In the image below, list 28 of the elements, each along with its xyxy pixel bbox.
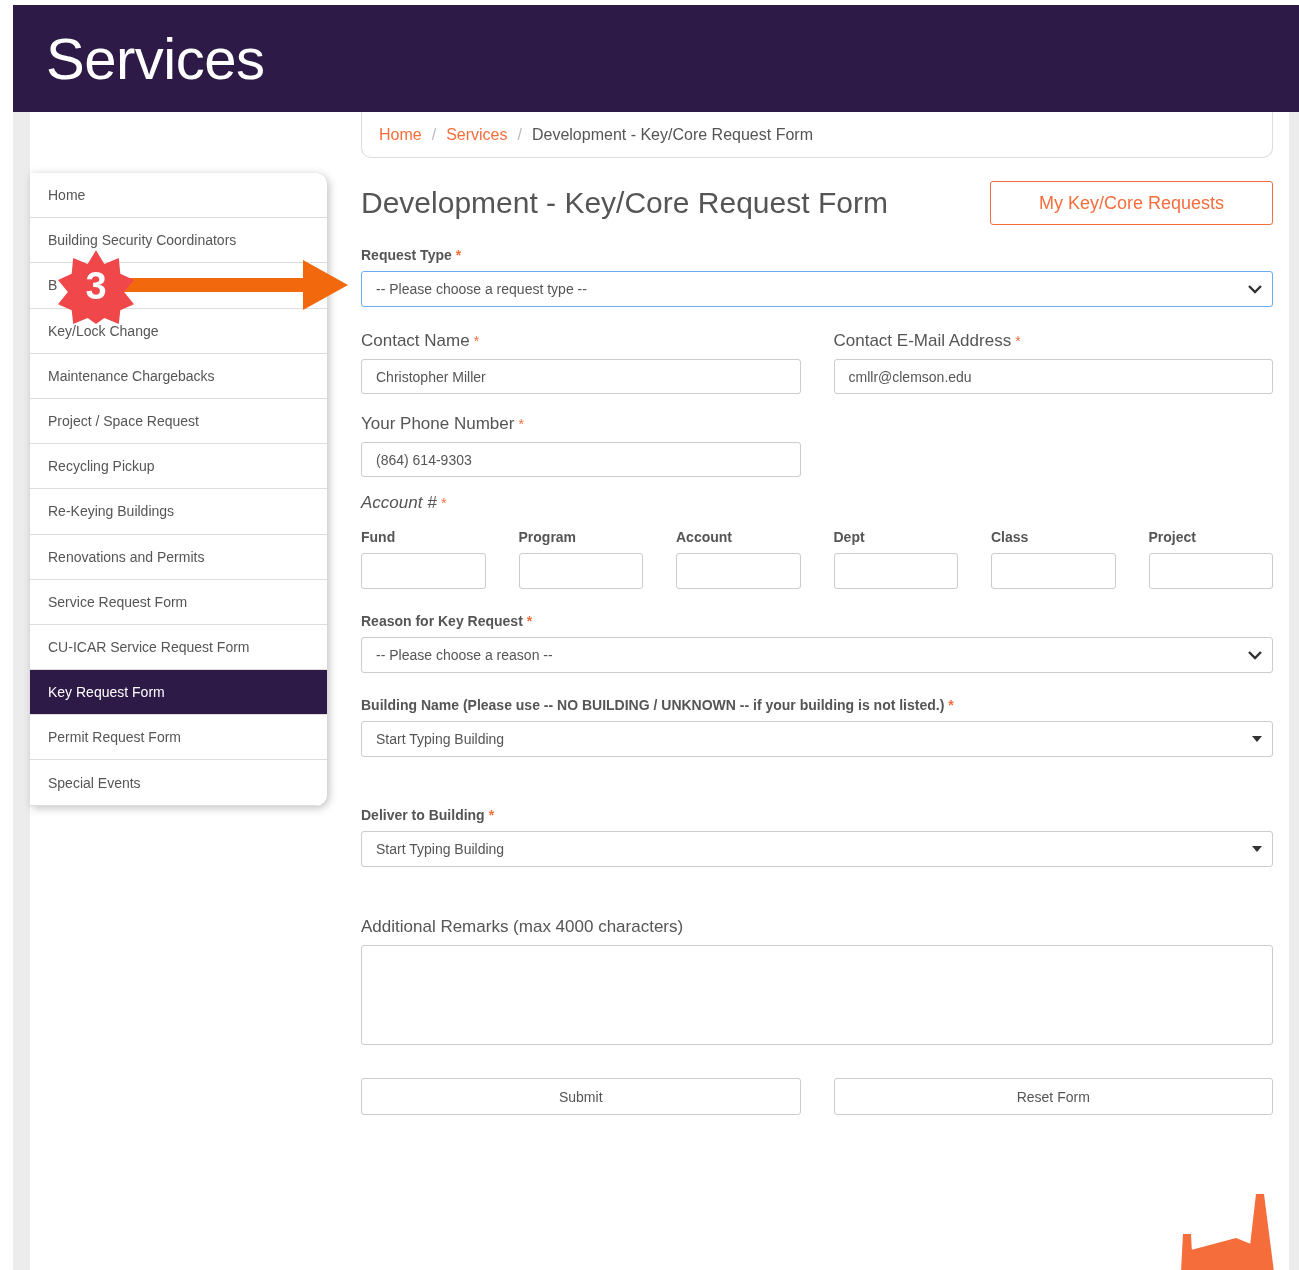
field-label: Project — [1148, 529, 1196, 545]
field-label: Deliver to Building — [361, 807, 485, 823]
field-label: Additional Remarks (max 4000 characters) — [361, 917, 684, 936]
field-label: Dept — [833, 529, 865, 545]
required-mark: * — [518, 416, 524, 432]
breadcrumb-separator: / — [517, 125, 522, 144]
page-title: Services — [46, 25, 265, 92]
required-mark: * — [473, 333, 480, 349]
required-mark: * — [440, 495, 447, 511]
field-label: Program — [518, 529, 577, 545]
required-mark: * — [948, 697, 954, 713]
required-mark: * — [455, 247, 462, 263]
field-label: Class — [991, 529, 1029, 545]
form-title: Development - Key/Core Request Form — [361, 186, 888, 220]
required-mark: * — [1015, 333, 1021, 349]
field-label: Fund — [361, 529, 396, 545]
field-label: Contact Name — [361, 331, 470, 350]
field-label: Request Type — [361, 247, 452, 263]
field-label: Account # — [361, 493, 437, 512]
field-label: Building Name (Please use -- NO BUILDING / UNKNOWN -- if your building is not listed.) — [361, 697, 945, 713]
required-mark: * — [488, 807, 495, 823]
breadcrumb-separator: / — [431, 125, 437, 144]
field-label: Reason for Key Request — [361, 613, 523, 629]
field-label: Your Phone Number — [361, 414, 515, 433]
breadcrumb-current: Development - Key/Core Request Form — [531, 125, 813, 144]
field-label: Account — [676, 529, 732, 545]
field-label: Contact E-Mail Address — [833, 331, 1012, 350]
required-mark: * — [526, 613, 533, 629]
